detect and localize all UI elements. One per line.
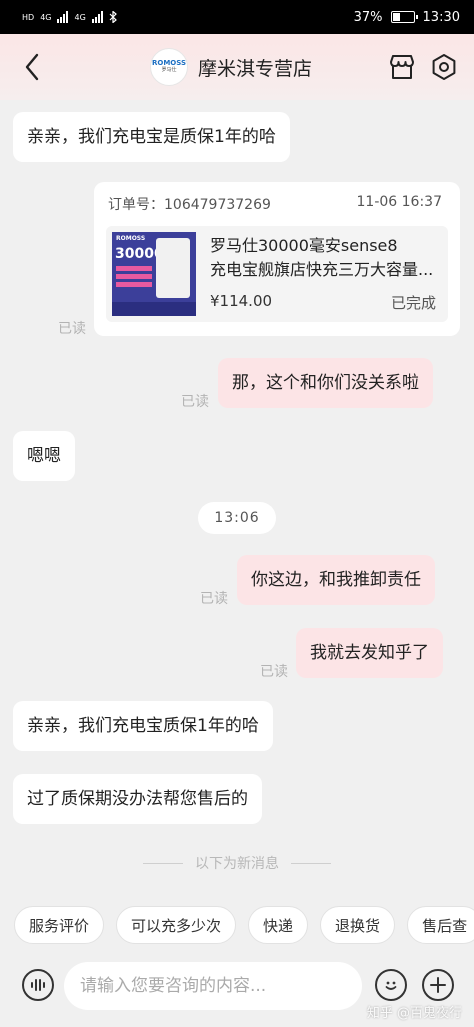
battery-percent: 37% [353,9,383,25]
chat-header: ROMOSS 罗马仕 摩米淇专营店 [0,34,474,100]
message-text: 嗯嗯 [27,446,61,466]
read-receipt: 已读 [181,394,209,410]
message-text: 那，这个和你们没关系啦 [232,373,419,393]
voice-icon [31,979,45,991]
signal-icon-2 [91,11,103,23]
product-title-line2: 充电宝舰旗店快充三万大容量... [210,260,434,279]
settings-button[interactable] [428,51,460,83]
product-title-line1: 罗马仕30000毫安sense8 [210,236,398,255]
message-outgoing: 你这边，和我推卸责任 [237,555,435,605]
read-receipt: 已读 [200,591,228,607]
quick-replies: 服务评价 可以充多少次 快递 退换货 售后查 [14,906,474,944]
voice-button[interactable] [22,969,54,1001]
order-number-label: 订单号： [108,197,164,213]
order-number-value: 106479737269 [164,197,271,213]
order-product[interactable]: ROMOSS 30000 罗马仕30000毫安sense8 充电宝舰旗店快充三万… [106,226,448,322]
store-logo: ROMOSS 罗马仕 [150,48,188,86]
watermark: 知乎 @百鬼夜行 [366,1006,462,1021]
product-price: ¥114.00 [210,292,273,310]
emoji-icon [385,981,397,990]
plus-icon [430,977,446,993]
message-text: 你这边，和我推卸责任 [251,570,421,590]
network-type-2: 4G [74,12,86,22]
quick-reply-chip[interactable]: 退换货 [320,906,396,944]
shop-icon [390,55,414,79]
product-image: ROMOSS 30000 [112,232,196,316]
divider-line [291,862,331,864]
hd-indicator: HD [22,12,35,22]
settings-icon [432,54,456,80]
message-input[interactable] [64,962,362,1010]
timestamp: 13:06 [198,502,276,534]
quick-reply-chip[interactable]: 服务评价 [14,906,105,944]
store-name: 摩米淇专营店 [198,57,313,80]
status-bar-right: 37% 13:30 [354,10,460,25]
new-messages-divider: 以下为新消息 [136,852,338,874]
quick-reply-chip[interactable]: 可以充多少次 [116,906,237,944]
network-type: 4G [40,12,52,22]
message-incoming: 亲亲，我们充电宝是质保1年的哈 [13,112,290,162]
order-number: 订单号：106479737269 [108,194,271,214]
read-receipt: 已读 [58,321,86,337]
bluetooth-icon [109,11,117,23]
message-text: 我就去发知乎了 [310,643,429,663]
emoji-button[interactable] [375,969,407,1001]
input-bar: 知乎 @百鬼夜行 [0,958,474,1027]
quick-reply-chip[interactable]: 快递 [248,906,309,944]
message-outgoing: 那，这个和你们没关系啦 [218,358,433,408]
battery-icon [390,11,418,23]
clock: 13:30 [422,9,460,25]
message-outgoing: 我就去发知乎了 [296,628,443,678]
order-time: 11-06 16:37 [356,194,442,210]
product-image-brand: ROMOSS [116,235,146,242]
store-button[interactable] [386,51,418,83]
battery-fill [392,13,400,21]
divider-line [143,862,183,864]
read-receipt: 已读 [260,664,288,680]
message-incoming: 过了质保期没办法帮您售后的 [13,774,262,824]
message-text: 亲亲，我们充电宝是质保1年的哈 [27,127,276,147]
product-title: 罗马仕30000毫安sense8 充电宝舰旗店快充三万大容量... [210,234,446,282]
status-bar-left: HD 4G 4G [22,11,117,23]
chevron-left-icon [25,53,39,81]
new-messages-label: 以下为新消息 [195,856,279,872]
message-text: 过了质保期没办法帮您售后的 [27,789,248,809]
back-button[interactable] [18,52,46,82]
quick-reply-chip[interactable]: 售后查 [407,906,474,944]
store-title[interactable]: ROMOSS 罗马仕 摩米淇专营店 [150,48,312,86]
store-logo-sub: 罗马仕 [161,67,177,74]
message-incoming: 嗯嗯 [13,431,75,481]
more-button[interactable] [422,969,454,1001]
order-status: 已完成 [390,294,436,312]
status-bar: HD 4G 4G 37% 13:30 [0,0,474,34]
signal-icon [57,11,69,23]
order-card[interactable]: 订单号：106479737269 11-06 16:37 ROMOSS 3000… [94,182,460,336]
message-text: 亲亲，我们充电宝质保1年的哈 [27,716,259,736]
message-incoming: 亲亲，我们充电宝质保1年的哈 [13,701,273,751]
